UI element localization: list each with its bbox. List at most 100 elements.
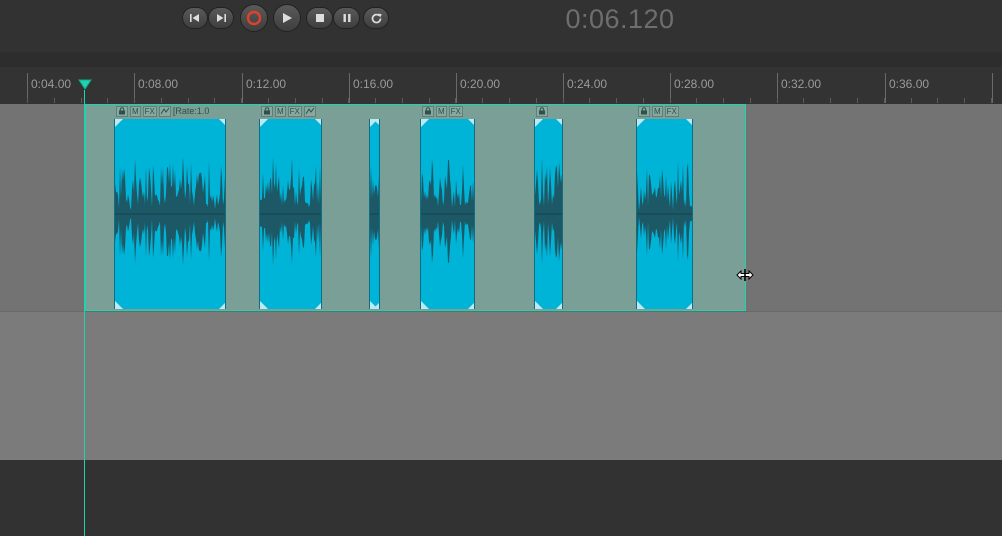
clip-fade-handle[interactable] [115, 119, 123, 127]
audio-clip[interactable] [534, 119, 563, 309]
ruler-label: 0:28.00 [674, 77, 715, 91]
clip-fade-handle[interactable] [556, 301, 563, 309]
lock-icon[interactable] [261, 105, 273, 117]
playhead-marker-icon[interactable] [78, 79, 92, 91]
clip-fade-handle[interactable] [535, 119, 543, 127]
ruler-minor-tick [241, 98, 242, 103]
ruler-minor-tick [509, 98, 510, 103]
audio-clip[interactable] [636, 119, 693, 309]
clip-fade-handle[interactable] [315, 301, 322, 309]
waveform-shape [260, 156, 321, 267]
ruler-minor-tick [803, 98, 804, 103]
clip-fade-handle[interactable] [115, 301, 123, 309]
fx-button[interactable]: FX [142, 105, 157, 117]
lock-icon[interactable] [536, 105, 548, 117]
clip-fade-handle[interactable] [421, 301, 429, 309]
ruler-minor-tick [268, 98, 269, 103]
skip-to-start-icon [190, 14, 199, 22]
clip-rate-label: [Rate:1.0 [172, 105, 210, 116]
audio-track-2[interactable] [0, 311, 1002, 460]
clip-fade-handle[interactable] [556, 119, 563, 127]
lock-icon[interactable] [638, 105, 650, 117]
time-display: 0:06.120 [565, 4, 675, 34]
mute-button[interactable]: M [652, 105, 663, 117]
record-button[interactable] [240, 4, 268, 32]
ruler-minor-tick [322, 98, 323, 103]
audio-clip[interactable] [369, 119, 380, 309]
audio-clip[interactable] [259, 119, 322, 309]
clip-fade-handle[interactable] [315, 119, 322, 127]
ruler-minor-tick [81, 98, 82, 103]
envelope-icon[interactable] [158, 105, 171, 117]
envelope-icon[interactable] [303, 105, 316, 117]
clip-fade-handle[interactable] [468, 119, 475, 127]
clip-fade-handle[interactable] [421, 119, 429, 127]
loop-button[interactable] [363, 7, 389, 29]
playhead-line[interactable] [84, 90, 85, 536]
waveform-shape [637, 160, 692, 262]
pause-icon [343, 14, 350, 22]
ruler-minor-tick [214, 98, 215, 103]
ruler-minor-tick [455, 98, 456, 103]
ruler-minor-tick [188, 98, 189, 103]
clip-fade-handle[interactable] [260, 119, 268, 127]
fx-button[interactable]: FX [448, 105, 463, 117]
ruler-minor-tick [643, 98, 644, 103]
ruler-label: 0:36.00 [889, 77, 930, 91]
stop-icon [315, 14, 324, 22]
clip-header [536, 105, 562, 117]
clip-fade-handle[interactable] [468, 301, 475, 309]
waveform-shape [370, 165, 379, 258]
skip-to-end-icon [217, 14, 226, 22]
clip-fade-handle[interactable] [260, 301, 268, 309]
audio-clip[interactable] [420, 119, 475, 309]
fx-button[interactable]: FX [664, 105, 679, 117]
ruler-minor-tick [670, 98, 671, 103]
audio-clip[interactable] [114, 119, 226, 309]
play-button[interactable] [273, 4, 301, 32]
lock-icon[interactable] [116, 105, 128, 117]
ruler-minor-tick [375, 98, 376, 103]
ruler-label: 0:08.00 [138, 77, 179, 91]
clip-fade-handle[interactable] [637, 119, 645, 127]
clip-header: M FX [261, 105, 321, 117]
skip-to-start-button[interactable] [182, 7, 208, 29]
ruler-label: 0:12.00 [246, 77, 287, 91]
skip-to-end-button[interactable] [208, 7, 234, 29]
waveform-shape [421, 159, 474, 264]
mute-button[interactable]: M [275, 105, 286, 117]
clip-fade-handle[interactable] [637, 301, 645, 309]
ruler-minor-tick [616, 98, 617, 103]
ruler-label: 0:32.00 [781, 77, 822, 91]
clip-fade-handle[interactable] [535, 301, 543, 309]
ruler-minor-tick [884, 98, 885, 103]
ruler-minor-tick [107, 98, 108, 103]
mute-button[interactable]: M [436, 105, 447, 117]
waveform-shape [535, 157, 562, 266]
ruler-label: 0:20.00 [460, 77, 501, 91]
clip-fade-handle[interactable] [219, 119, 226, 127]
ruler-minor-tick [777, 98, 778, 103]
pause-button[interactable] [333, 7, 360, 29]
ruler-label: 0:24.00 [567, 77, 608, 91]
lock-icon[interactable] [422, 105, 434, 117]
fx-button[interactable]: FX [287, 105, 302, 117]
ruler-minor-tick [830, 98, 831, 103]
ruler-minor-tick [295, 98, 296, 103]
clip-header: M FX [638, 105, 693, 117]
mute-button[interactable]: M [130, 105, 141, 117]
clip-fade-handle[interactable] [686, 301, 693, 309]
ruler-minor-tick [991, 98, 992, 103]
ruler-minor-tick [911, 98, 912, 103]
clip-fade-handle[interactable] [686, 119, 693, 127]
clip-fade-handle[interactable] [219, 301, 226, 309]
ruler-minor-tick [563, 98, 564, 103]
ruler-minor-tick [964, 98, 965, 103]
ruler-minor-tick [723, 98, 724, 103]
stop-button[interactable] [306, 7, 333, 29]
ruler-minor-tick [27, 98, 28, 103]
transport-bar: 0:06.120 [0, 0, 1002, 52]
timeline-ruler[interactable]: 0:04.00 0:08.00 0:12.00 0:16.00 0:20.00 … [0, 67, 1002, 104]
ruler-minor-tick [54, 98, 55, 103]
ruler-minor-tick [696, 98, 697, 103]
